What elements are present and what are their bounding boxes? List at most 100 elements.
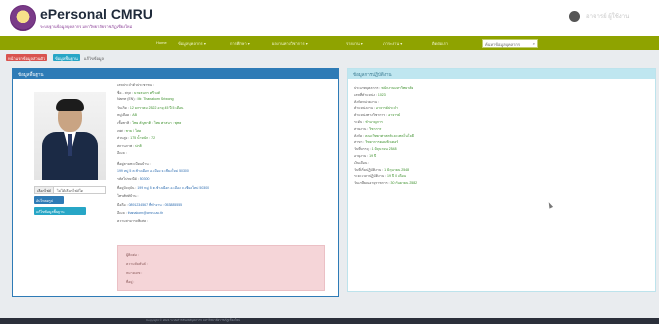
choose-file-button[interactable]: เลือกไฟล์ [35,187,54,193]
info-row: เลขที่ตำแหน่ง : 1023 [354,92,386,98]
info-row: ระดับ : ชำนาญการ [354,119,383,125]
footer-text: Copyright © 2024 ระบบสารสนเทศบุคลากร มหา… [146,318,241,322]
breadcrumb-home[interactable]: หน้าแรกข้อมูลส่วนตัว [6,54,48,61]
info-row: วันที่เริ่มปฏิบัติงาน : 1 มิถุนายน 2548 [354,167,409,173]
upload-photo-button[interactable]: อัปโหลดรูป [34,196,64,204]
app-title[interactable]: ePersonal CMRU [40,6,153,22]
info-label: Name (EN) : [117,97,137,102]
info-row: อีเมล : thanakorn@cmru.ac.th [117,210,163,216]
university-logo-icon[interactable] [10,5,36,31]
alert-line: หมายเลข : [126,271,143,275]
info-row: ตำแหน่งงาน : อาจารย์ประจำ [354,105,398,111]
info-value: 12 มกราคม 2522 อายุ 45 ปี 5 เดือน [129,105,184,110]
info-label: สายงาน : [354,126,369,131]
info-label: ส่วนสูง : [117,136,130,141]
info-label: อีเมล : [117,211,127,215]
info-value: นายธนกร ศรีวงศ์ [133,90,160,95]
info-label: เพศ : [117,128,125,133]
address-header: ที่อยู่ตามทะเบียนบ้าน : [117,162,151,166]
info-row: ระยะเวลาปฏิบัติงาน : 19 ปี 0 เดือน [354,173,406,179]
info-row: สาขา : วิทยาการคอมพิวเตอร์ [354,139,398,145]
alert-line: ผู้ติดต่อ : [126,253,139,257]
info-label: สังกัด : [354,133,365,138]
info-value: 50300 [139,177,150,182]
info-value: คณะวิทยาศาสตร์และเทคโนโลยี [365,133,414,138]
info-label: วันที่บรรจุ : [354,147,371,152]
nav-item-home[interactable]: Home [156,40,167,45]
info-value: Mr. Thanakorn Sriwong [137,97,174,102]
info-label: เลขที่ตำแหน่ง : [354,92,377,97]
nav-item-reports[interactable]: รายงาน ▾ [346,40,363,47]
info-label: วันเกิด : [117,105,129,110]
info-value: ชำนาญการ [365,120,383,124]
nav-item-personnel[interactable]: ข้อมูลบุคลากร ▾ [178,40,206,47]
info-label: เลขประจำตัวประชาชน : [117,83,155,87]
basic-info-panel: ข้อมูลพื้นฐาน เลือกไฟล์ ไม่ได้เลือกไฟล์ใ… [12,68,339,297]
user-name[interactable]: อาจารย์ ผู้ใช้งาน [586,11,650,21]
info-row: วันเกิด : 12 มกราคม 2522 อายุ 45 ปี 5 เด… [117,105,183,111]
info-label: สถานภาพ : [117,143,135,148]
info-value: 19 ปี [369,154,377,158]
info-value: 199 หมู่ 5 ต.ช้างเผือก อ.เมือง จ.เชียงให… [137,185,210,190]
info-row: ส่วนสูง : 175 น้ำหนัก : 72 [117,135,155,141]
profile-photo [34,92,106,180]
info-value: 0891234567 ที่ทำงาน : 053885555 [128,202,183,207]
info-row: สายงาน : วิชาการ [354,126,381,132]
app-subtitle: ระบบฐานข้อมูลบุคลากร มหาวิทยาลัยราชภัฏเช… [40,24,133,29]
basic-info-panel-title: ข้อมูลพื้นฐาน [13,69,338,79]
nav-item-workload[interactable]: ภาระงาน ▾ [383,40,402,47]
info-label: ตำแหน่งงาน : [354,106,375,111]
info-label: สังกัดหน่วยงาน : [354,99,379,104]
search-input[interactable]: ค้นหาข้อมูลบุคลากร ⌕ [482,39,538,48]
info-value: 1 มิถุนายน 2548 [371,147,397,152]
info-value: 1023 [377,92,386,97]
info-value: AB [132,113,137,118]
info-value: ไทย สัญชาติ : ไทย ศาสนา : พุทธ [132,121,182,125]
info-label: ชื่อ - สกุล : [117,90,133,95]
search-icon[interactable]: ⌕ [533,41,535,46]
info-row: วันที่บรรจุ : 1 มิถุนายน 2548 [354,146,397,152]
info-value: 175 น้ำหนัก : 72 [130,136,156,141]
info-label: มือถือ : [117,202,128,207]
info-label: ระดับ : [354,120,365,124]
nav-item-education[interactable]: การศึกษา ▾ [230,40,250,47]
info-row: ตำแหน่งทางวิชาการ : อาจารย์ [354,112,400,118]
info-row: เชื้อชาติ : ไทย สัญชาติ : ไทย ศาสนา : พุ… [117,120,181,126]
info-label: ตำแหน่งทางวิชาการ : [354,113,388,118]
info-value: วิชาการ [369,126,382,131]
app-header: ePersonal CMRU ระบบฐานข้อมูลบุคลากร มหาว… [0,0,659,36]
info-value: 199 หมู่ 5 ต.ช้างเผือก อ.เมือง จ.เชียงให… [117,169,189,173]
work-info-panel-title: ข้อมูลการปฏิบัติงาน [348,69,655,79]
file-status-text: ไม่ได้เลือกไฟล์ใด [57,189,84,193]
info-label: ที่อยู่ปัจจุบัน : [117,185,137,190]
emergency-contact-box: ผู้ติดต่อ : ความสัมพันธ์ : หมายเลข : ที่… [117,245,325,291]
info-value: ชาย / โสด [125,128,142,133]
alert-line: ที่อยู่ : [126,280,135,284]
breadcrumb-current: แก้ไขข้อมูล [84,56,104,61]
edit-basic-info-button[interactable]: แก้ไขข้อมูลพื้นฐาน [34,207,86,215]
info-label: ความสามารถพิเศษ : [117,219,148,224]
info-value: ปกติ [135,143,142,148]
info-label: อายุงาน : [354,154,369,158]
info-label: โทรศัพท์บ้าน : [117,194,139,199]
photo-file-input[interactable]: เลือกไฟล์ ไม่ได้เลือกไฟล์ใด [34,186,106,194]
breadcrumb-basic-info[interactable]: ข้อมูลพื้นฐาน [53,54,80,61]
info-row: ความสามารถพิเศษ : [117,218,148,224]
info-row: รหัสไปรษณีย์ : 50300 [117,176,149,182]
nav-item-contact[interactable]: ติดต่อเรา [432,40,448,47]
info-label: สาขา : [354,140,365,145]
info-row: เลขประจำตัวประชาชน : [117,82,154,88]
footer [0,318,659,324]
info-row: วันเกษียณอายุราชการ : 30 กันยายน 2582 [354,180,417,186]
search-placeholder: ค้นหาข้อมูลบุคลากร [485,42,520,47]
info-value: 1 มิถุนายน 2548 [384,167,410,172]
info-row: 199 หมู่ 5 ต.ช้างเผือก อ.เมือง จ.เชียงให… [117,168,189,174]
info-row: สังกัดหน่วยงาน : [354,99,379,105]
user-avatar-icon[interactable] [569,11,580,22]
info-value: พนักงานมหาวิทยาลัย [381,86,414,90]
nav-item-academic[interactable]: ผลงานทางวิชาการ ▾ [272,40,308,47]
info-label: อีเมล : [117,151,127,156]
info-label: วันที่เริ่มปฏิบัติงาน : [354,167,384,172]
info-value: thanakorn@cmru.ac.th [127,211,164,215]
info-value: อาจารย์ประจำ [375,106,398,111]
